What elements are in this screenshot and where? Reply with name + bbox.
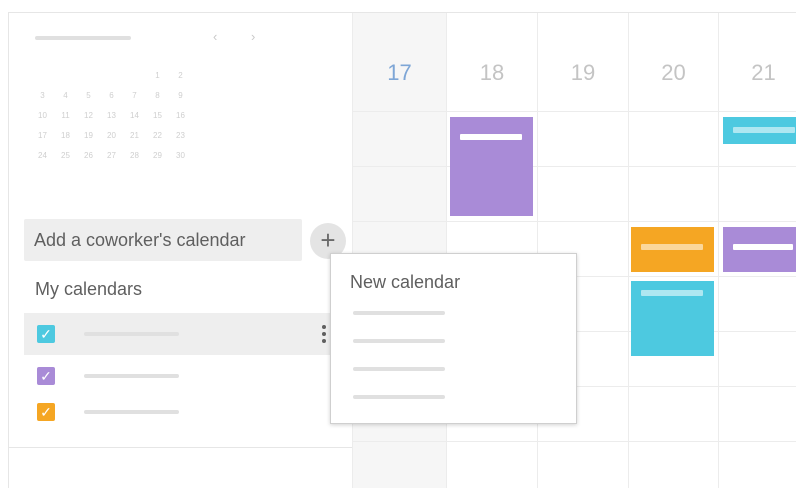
mini-calendar-day[interactable]: 5 <box>77 91 100 100</box>
calendar-list-item[interactable]: ✓ <box>24 313 352 355</box>
mini-calendar-day[interactable]: 20 <box>100 131 123 140</box>
mini-calendar-day[interactable]: 4 <box>54 91 77 100</box>
day-number[interactable]: 21 <box>719 60 796 86</box>
day-number[interactable]: 17 <box>353 60 446 86</box>
mini-calendar-month-placeholder <box>35 36 131 40</box>
calendar-event[interactable] <box>723 117 796 144</box>
mini-calendar-day[interactable]: 29 <box>146 151 169 160</box>
mini-calendar-day[interactable]: 23 <box>169 131 192 140</box>
mini-calendar-day[interactable]: 7 <box>123 91 146 100</box>
calendar-checkbox[interactable]: ✓ <box>37 367 55 385</box>
mini-calendar-day[interactable]: 3 <box>31 91 54 100</box>
calendar-event[interactable] <box>631 227 714 272</box>
chevron-right-icon: › <box>251 29 256 44</box>
calendar-event[interactable] <box>723 227 796 272</box>
mini-calendar-day[interactable]: 15 <box>146 111 169 120</box>
mini-calendar-day[interactable]: 10 <box>31 111 54 120</box>
mini-calendar-week: 3 4 5 6 7 8 9 <box>31 85 271 105</box>
mini-calendar-day[interactable]: 30 <box>169 151 192 160</box>
mini-calendar-day[interactable]: 22 <box>146 131 169 140</box>
mini-calendar-prev-button[interactable]: ‹ <box>213 30 217 44</box>
mini-calendar-day[interactable]: 8 <box>146 91 169 100</box>
plus-icon: + <box>320 225 336 255</box>
new-calendar-menu-item[interactable]: New calendar <box>350 272 460 293</box>
calendar-checkbox[interactable]: ✓ <box>37 403 55 421</box>
mini-calendar-day[interactable]: 28 <box>123 151 146 160</box>
hour-line <box>352 221 796 222</box>
mini-calendar-day[interactable]: 14 <box>123 111 146 120</box>
event-title-placeholder <box>641 244 703 250</box>
mini-calendar-day[interactable]: 18 <box>54 131 77 140</box>
mini-calendar-day[interactable]: 17 <box>31 131 54 140</box>
mini-calendar-week: 17 18 19 20 21 22 23 <box>31 125 271 145</box>
add-calendar-menu: New calendar <box>330 253 577 424</box>
mini-calendar-day[interactable]: 16 <box>169 111 192 120</box>
mini-calendar-day[interactable]: 12 <box>77 111 100 120</box>
calendar-name-placeholder <box>84 410 179 414</box>
mini-calendar-day[interactable]: 25 <box>54 151 77 160</box>
menu-item-placeholder[interactable] <box>353 339 445 343</box>
add-coworker-calendar-input[interactable]: Add a coworker's calendar <box>24 219 302 261</box>
day-number[interactable]: 20 <box>629 60 718 86</box>
mini-calendar-day[interactable]: 9 <box>169 91 192 100</box>
sidebar: ‹ › 1 2 3 4 5 6 7 8 9 10 11 12 13 14 15 … <box>9 13 352 488</box>
add-coworker-calendar-label: Add a coworker's calendar <box>34 229 246 250</box>
menu-item-placeholder[interactable] <box>353 367 445 371</box>
mini-calendar-day[interactable]: 24 <box>31 151 54 160</box>
calendar-checkbox[interactable]: ✓ <box>37 325 55 343</box>
my-calendars-heading: My calendars <box>35 279 143 299</box>
mini-calendar-week: 10 11 12 13 14 15 16 <box>31 105 271 125</box>
mini-calendar-grid: 1 2 3 4 5 6 7 8 9 10 11 12 13 14 15 16 1… <box>31 65 271 165</box>
hour-line <box>352 441 796 442</box>
mini-calendar-day[interactable]: 19 <box>77 131 100 140</box>
day-number[interactable]: 18 <box>447 60 537 86</box>
mini-calendar-week: 1 2 <box>31 65 271 85</box>
calendar-name-placeholder <box>84 374 179 378</box>
chevron-left-icon: ‹ <box>213 29 218 44</box>
mini-calendar-day[interactable]: 13 <box>100 111 123 120</box>
calendar-app: ‹ › 1 2 3 4 5 6 7 8 9 10 11 12 13 14 15 … <box>8 12 796 488</box>
hour-line <box>352 111 796 112</box>
mini-calendar-day[interactable]: 27 <box>100 151 123 160</box>
more-options-icon[interactable] <box>322 325 326 346</box>
mini-calendar-week: 24 25 26 27 28 29 30 <box>31 145 271 165</box>
hour-line <box>352 166 796 167</box>
mini-calendar-day[interactable]: 21 <box>123 131 146 140</box>
mini-calendar-day[interactable]: 6 <box>100 91 123 100</box>
menu-item-placeholder[interactable] <box>353 311 445 315</box>
mini-calendar-day[interactable]: 11 <box>54 111 77 120</box>
mini-calendar-day[interactable]: 2 <box>169 71 192 80</box>
event-title-placeholder <box>460 134 522 140</box>
day-number[interactable]: 19 <box>538 60 628 86</box>
mini-calendar-next-button[interactable]: › <box>251 30 255 44</box>
event-title-placeholder <box>641 290 703 296</box>
calendar-name-placeholder <box>84 332 179 336</box>
sidebar-divider <box>9 447 352 448</box>
calendar-list-item[interactable]: ✓ <box>24 391 352 433</box>
event-title-placeholder <box>733 244 793 250</box>
mini-calendar-day[interactable]: 26 <box>77 151 100 160</box>
mini-calendar-day[interactable]: 1 <box>146 71 169 80</box>
calendar-event[interactable] <box>631 281 714 356</box>
event-title-placeholder <box>733 127 795 133</box>
calendar-event[interactable] <box>450 117 533 216</box>
menu-item-placeholder[interactable] <box>353 395 445 399</box>
